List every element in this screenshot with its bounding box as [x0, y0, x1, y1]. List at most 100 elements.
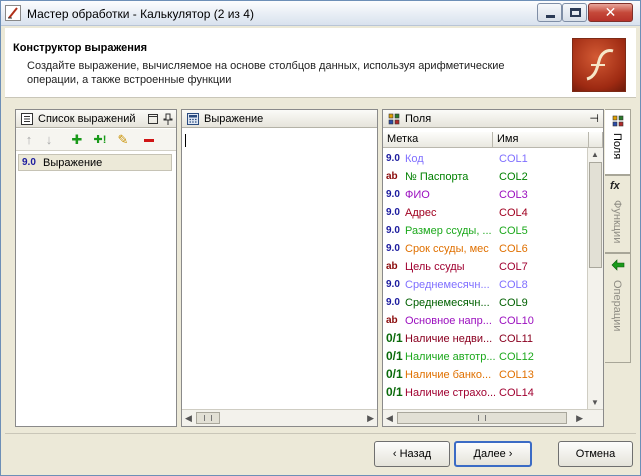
expressions-list-header: Список выражений [16, 110, 176, 128]
field-type-icon: 0/1 [386, 385, 403, 399]
field-type-icon: ab [386, 315, 398, 326]
add-expression-icon[interactable]: ✚ [70, 133, 84, 147]
next-button[interactable]: Далее › [454, 441, 532, 467]
move-down-icon[interactable]: ↓ [42, 133, 56, 147]
field-label: Размер ссуды, ... [405, 225, 492, 237]
expression-list-item[interactable]: 9.0 Выражение [18, 154, 172, 171]
column-header-filler [589, 132, 603, 148]
field-row[interactable]: 9.0 Размер ссуды, ... COL5 [385, 222, 589, 240]
field-label: № Паспорта [405, 171, 469, 183]
calculator-logo-icon [572, 38, 626, 92]
field-column-name: COL13 [499, 369, 534, 381]
wizard-window: Мастер обработки - Калькулятор (2 из 4) … [0, 0, 641, 476]
scroll-up-icon[interactable]: ▲ [591, 150, 599, 159]
field-type-icon: 9.0 [386, 243, 400, 254]
field-type-icon: ab [386, 261, 398, 272]
field-label: Адрес [405, 207, 437, 219]
field-row[interactable]: ab № Паспорта COL2 [385, 168, 589, 186]
minimize-icon [546, 15, 555, 18]
expression-editor-panel: Выражение ◀ ▶ [181, 109, 378, 427]
field-type-icon: 9.0 [386, 153, 400, 164]
field-label: ФИО [405, 189, 430, 201]
column-header-label[interactable]: Метка [383, 132, 493, 148]
field-column-name: COL1 [499, 153, 528, 165]
field-row[interactable]: 9.0 Срок ссуды, мес COL6 [385, 240, 589, 258]
field-row[interactable]: 0/1 Наличие банко... COL13 [385, 366, 589, 384]
field-label: Срок ссуды, мес [405, 243, 489, 255]
fields-hscroll-thumb[interactable] [397, 412, 567, 424]
delete-expression-icon[interactable]: ▬ [142, 133, 156, 147]
field-type-icon: 9.0 [386, 279, 400, 290]
field-row[interactable]: ab Основное напр... COL10 [385, 312, 589, 330]
back-button[interactable]: ‹ Назад [374, 441, 450, 467]
add-special-expression-icon[interactable]: ✚! [90, 133, 110, 147]
tab-operations[interactable]: Операции [605, 253, 631, 363]
field-row[interactable]: 0/1 Наличие недви... COL11 [385, 330, 589, 348]
step-title: Конструктор выражения [13, 42, 148, 54]
pin-fields-icon[interactable]: ⊣ [589, 112, 599, 125]
maximize-button[interactable] [562, 3, 587, 22]
maximize-icon [570, 8, 581, 17]
field-row[interactable]: 9.0 Среднемесячн... COL8 [385, 276, 589, 294]
numeric-type-icon: 9.0 [22, 157, 36, 168]
scroll-down-icon[interactable]: ▼ [591, 398, 599, 407]
minimize-button[interactable] [537, 3, 562, 22]
field-type-icon: 0/1 [386, 331, 403, 345]
tab-functions[interactable]: fx Функции [605, 175, 631, 253]
field-column-name: COL11 [499, 333, 534, 345]
side-tabs: Поля fx Функции Операции [605, 109, 631, 364]
fields-tab-icon [612, 115, 624, 127]
field-row[interactable]: 9.0 Код COL1 [385, 150, 589, 168]
pin-icon[interactable] [163, 113, 173, 125]
cancel-button[interactable]: Отмена [558, 441, 633, 467]
expression-editor-title: Выражение [204, 113, 264, 125]
function-fx-icon: fx [610, 180, 620, 192]
list-icon [21, 113, 33, 125]
tab-fields[interactable]: Поля [605, 109, 631, 175]
expression-input[interactable] [182, 129, 377, 409]
scroll-thumb[interactable] [196, 412, 220, 424]
field-row[interactable]: ab Цель ссуды COL7 [385, 258, 589, 276]
field-column-name: COL5 [499, 225, 528, 237]
close-button[interactable]: ✕ [588, 3, 633, 22]
expression-horizontal-scrollbar[interactable]: ◀ ▶ [182, 409, 377, 426]
restore-panel-icon[interactable] [148, 114, 158, 124]
field-type-icon: 0/1 [386, 349, 403, 363]
field-row[interactable]: 9.0 ФИО COL3 [385, 186, 589, 204]
field-label: Среднемесячн... [405, 279, 490, 291]
tab-fields-label: Поля [611, 133, 623, 160]
title-bar[interactable]: Мастер обработки - Калькулятор (2 из 4) … [1, 1, 640, 26]
fields-scroll-left-icon[interactable]: ◀ [386, 413, 393, 424]
expressions-list-panel: Список выражений ↑ ↓ ✚ ✚! ✎ ▬ 9.0 Выраже… [15, 109, 177, 427]
fields-panel-header: Поля ⊣ [383, 110, 603, 128]
expressions-toolbar: ↑ ↓ ✚ ✚! ✎ ▬ [16, 129, 176, 151]
step-description: Создайте выражение, вычисляемое на основ… [27, 60, 505, 86]
footer-divider [5, 433, 636, 434]
fields-vertical-scrollbar[interactable]: ▲ ▼ [587, 148, 603, 409]
field-column-name: COL12 [499, 351, 534, 363]
field-row[interactable]: 9.0 Адрес COL4 [385, 204, 589, 222]
scroll-left-icon[interactable]: ◀ [185, 413, 192, 424]
wizard-header: Конструктор выражения Создайте выражение… [5, 28, 636, 98]
calculator-app-icon [5, 5, 21, 21]
field-label: Основное напр... [405, 315, 492, 327]
fields-panel-title: Поля [405, 113, 432, 125]
fields-scroll-right-icon[interactable]: ▶ [576, 413, 583, 424]
close-icon: ✕ [604, 4, 617, 20]
expression-editor-header: Выражение [182, 110, 377, 128]
field-row[interactable]: 9.0 Среднемесячн... COL9 [385, 294, 589, 312]
tab-operations-label: Операции [611, 280, 623, 332]
move-up-icon[interactable]: ↑ [22, 133, 36, 147]
field-column-name: COL14 [499, 387, 534, 399]
field-label: Наличие автотр... [405, 351, 495, 363]
field-row[interactable]: 0/1 Наличие автотр... COL12 [385, 348, 589, 366]
scroll-right-icon[interactable]: ▶ [367, 413, 374, 424]
field-type-icon: 9.0 [386, 297, 400, 308]
edit-pencil-icon[interactable]: ✎ [116, 133, 130, 147]
column-header-name[interactable]: Имя [493, 132, 589, 148]
field-column-name: COL10 [499, 315, 534, 327]
field-row[interactable]: 0/1 Наличие страхо... COL14 [385, 384, 589, 402]
fields-scroll-thumb[interactable] [589, 162, 602, 268]
fields-horizontal-scrollbar[interactable]: ◀ ▶ [383, 409, 603, 426]
field-label: Цель ссуды [405, 261, 465, 273]
